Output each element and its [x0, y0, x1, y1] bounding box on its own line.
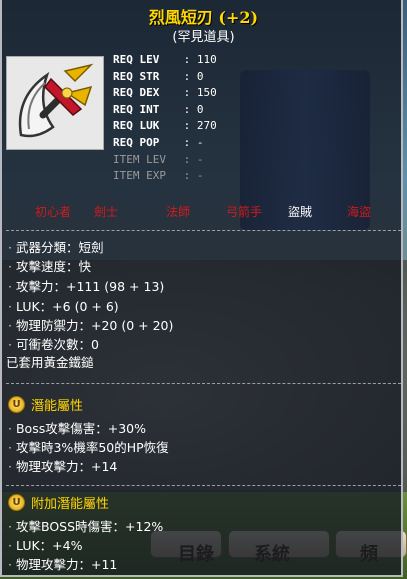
job-pirate: 海盜 — [347, 205, 372, 219]
requirement-label: REQ LUK — [113, 119, 160, 133]
requirement-value: 0 — [196, 69, 204, 83]
item-icon-box — [6, 56, 104, 150]
potential-line: · Boss攻擊傷害：+30% — [8, 421, 146, 436]
requirement-label: REQ POP — [113, 136, 160, 149]
bonus-potential-line: · 物理攻擊力：+11 — [8, 557, 118, 572]
requirement-label: ITEM LEV — [113, 152, 166, 166]
job-bowman: 弓箭手 — [226, 205, 263, 219]
stat-line: · 物理防禦力：+20 (0 + 20) — [8, 318, 174, 333]
unique-grade-icon: U — [8, 395, 25, 413]
bonus-potential-line: · LUK：+4% — [8, 538, 83, 553]
requirement-row: REQ LEV : 110 — [113, 53, 217, 66]
item-rarity: (罕見道具) — [172, 30, 235, 45]
requirement-row: ITEM EXP : - — [113, 169, 204, 183]
potential-line: · 物理攻擊力：+14 — [8, 459, 118, 474]
unique-grade-icon: U — [8, 493, 25, 511]
potential-line: · 攻擊時3%機率50的HP恢復 — [8, 440, 169, 455]
stat-line: · 攻擊速度：快 — [8, 259, 91, 274]
requirement-label: REQ STR — [113, 69, 160, 83]
requirement-row: REQ LUK : 270 — [113, 119, 217, 133]
job-thief: 盜賊 — [288, 205, 313, 219]
requirement-value: 270 — [196, 119, 217, 133]
stat-line: · 攻擊力：+111 (98 + 13) — [8, 279, 165, 294]
requirement-label: REQ LEV — [113, 53, 160, 66]
divider — [6, 230, 401, 231]
requirement-label: REQ INT — [113, 102, 160, 116]
requirement-label: ITEM EXP — [113, 169, 166, 183]
requirement-value: 150 — [196, 86, 217, 100]
stat-line: · LUK：+6 (0 + 6) — [8, 299, 119, 314]
requirement-value: - — [196, 136, 204, 149]
requirement-value: 110 — [196, 53, 217, 66]
requirement-value: - — [196, 169, 204, 183]
requirement-value: - — [196, 152, 204, 166]
requirement-row: REQ DEX : 150 — [113, 86, 217, 100]
bonus-potential-title: 附加潛能屬性 — [31, 496, 110, 512]
divider — [6, 485, 401, 486]
bonus-potential-line: · 攻擊BOSS時傷害：+12% — [8, 519, 164, 534]
requirement-row: ITEM LEV : - — [113, 152, 204, 166]
divider — [6, 383, 401, 384]
potential-header: U 潛能屬性 — [8, 395, 84, 414]
item-tooltip: 烈風短刃 (+2) (罕見道具) REQ LEV : 110 REQ STR : … — [0, 0, 403, 577]
job-magician: 法師 — [166, 205, 191, 219]
job-warrior: 劍士 — [94, 205, 119, 219]
job-beginner: 初心者 — [35, 205, 72, 219]
dagger-icon — [18, 63, 94, 138]
requirement-row: REQ INT : 0 — [113, 102, 204, 116]
requirement-label: REQ DEX — [113, 86, 160, 100]
item-name: 烈風短刃 (+2) — [148, 8, 259, 27]
requirement-row: REQ POP : - — [113, 136, 204, 149]
potential-title: 潛能屬性 — [31, 398, 84, 414]
job-list: 初心者 劍士 法師 弓箭手 盜賊 海盜 — [2, 203, 405, 221]
stat-line: · 可衝卷次數：0 — [8, 337, 99, 352]
stat-line: · 武器分類：短劍 — [8, 240, 104, 255]
requirement-row: REQ STR : 0 — [113, 69, 204, 83]
golden-hammer-note: 已套用黃金鐵鎚 — [6, 355, 94, 370]
requirement-value: 0 — [196, 102, 204, 116]
bonus-potential-header: U 附加潛能屬性 — [8, 493, 110, 512]
